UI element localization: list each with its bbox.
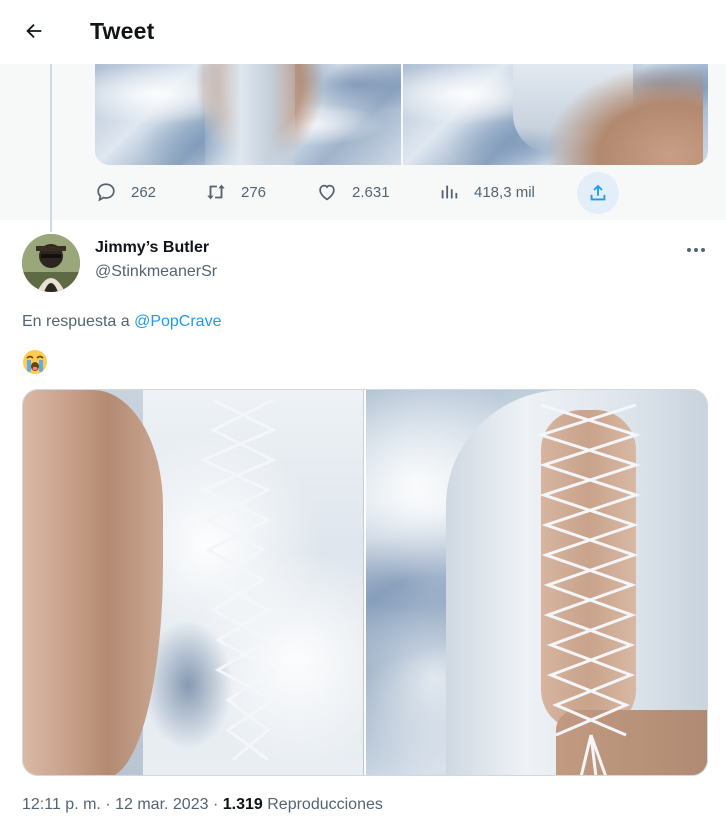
views-button[interactable]: 418,3 mil	[438, 172, 535, 212]
display-name[interactable]: Jimmy’s Butler	[95, 239, 209, 257]
tweet-photo-right[interactable]	[366, 390, 707, 775]
like-button[interactable]: 2.631	[316, 172, 390, 212]
heart-icon	[319, 184, 335, 201]
view-count: 418,3 mil	[474, 183, 535, 201]
parent-photo-right[interactable]	[402, 64, 708, 165]
reply-to-mention-link[interactable]: @PopCrave	[134, 313, 221, 330]
share-icon	[590, 184, 606, 201]
tweet-actions: 262 276 2.631 418,3 mil	[95, 172, 635, 214]
retweet-button[interactable]: 276	[205, 172, 266, 212]
share-button[interactable]	[577, 172, 619, 214]
meta-separator: ·	[105, 796, 111, 813]
retweet-count: 276	[241, 183, 267, 201]
views-label: Reproducciones	[267, 796, 383, 813]
user-handle[interactable]: @StinkmeanerSr	[95, 263, 217, 281]
analytics-icon	[441, 185, 458, 199]
photo-lacing	[536, 403, 641, 775]
like-count: 2.631	[352, 183, 390, 201]
reply-prefix: En respuesta a	[22, 313, 130, 330]
photo-subject	[542, 64, 703, 165]
parent-tweet: 262 276 2.631 418,3 mil	[0, 64, 726, 220]
parent-media-grid	[95, 64, 708, 165]
parent-photo-left[interactable]	[95, 64, 401, 165]
thread-connector-line	[50, 64, 52, 232]
reply-count: 262	[131, 183, 157, 201]
tweet-date[interactable]: 12 mar. 2023	[115, 796, 208, 813]
more-dot	[701, 248, 705, 252]
reply-context: En respuesta a @PopCrave	[22, 313, 221, 331]
retweet-icon	[207, 184, 225, 200]
photo-lacing	[199, 398, 277, 762]
page-title: Tweet	[90, 18, 155, 44]
reply-icon	[97, 183, 115, 202]
tweet-photo-left[interactable]	[23, 390, 364, 775]
tweet-media-grid	[22, 389, 708, 776]
photo-dress	[205, 64, 295, 165]
tweet-time[interactable]: 12:11 p. m.	[22, 796, 101, 813]
more-dot	[694, 248, 698, 252]
arrow-left-icon	[26, 23, 42, 39]
top-bar: Tweet	[0, 0, 726, 64]
back-button[interactable]	[16, 13, 52, 49]
reply-button[interactable]: 262	[95, 172, 156, 212]
tweet-view-count: 1.319	[222, 796, 263, 813]
avatar-image	[22, 234, 80, 292]
loudly-crying-face-icon	[23, 350, 47, 374]
photo-subject	[23, 390, 163, 775]
meta-separator: ·	[212, 796, 219, 813]
more-dot	[687, 248, 691, 252]
avatar[interactable]	[22, 234, 80, 292]
tweet-metadata: 12:11 p. m. · 12 mar. 2023 · 1.319 Repro…	[22, 796, 383, 814]
more-options-button[interactable]	[678, 236, 714, 264]
